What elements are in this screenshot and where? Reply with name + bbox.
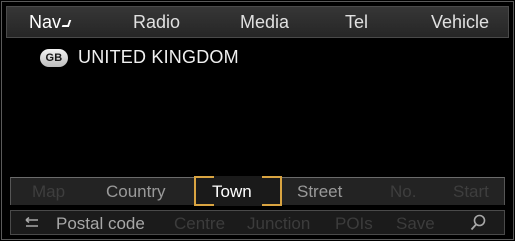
field-town[interactable]: Town [212,182,252,202]
pois-button: POIs [335,214,373,233]
tab-vehicle[interactable]: Vehicle [431,12,489,33]
address-field-bar: Map Country Town Street No. Start [10,176,505,206]
selected-country: GB UNITED KINGDOM [40,47,239,68]
tab-tel[interactable]: Tel [345,12,368,33]
tab-radio[interactable]: Radio [133,12,180,33]
save-button: Save [396,214,435,233]
country-code-badge: GB [40,48,68,67]
navigation-screen: Nav Radio Media Tel Vehicle GB UNITED KI… [0,0,515,241]
field-country[interactable]: Country [106,182,166,202]
junction-button: Junction [247,214,311,233]
country-name: UNITED KINGDOM [78,47,239,67]
centre-button: Centre [174,214,226,233]
field-map: Map [32,182,66,201]
back-arrow-icon[interactable] [25,217,39,229]
tab-media[interactable]: Media [240,12,289,33]
action-bar: Postal code Centre Junction POIs Save [10,210,505,235]
postal-code-button[interactable]: Postal code [56,214,145,234]
field-start: Start [453,182,489,201]
dropdown-caret-icon [61,20,72,27]
field-street[interactable]: Street [297,182,342,202]
tab-nav[interactable]: Nav [29,12,72,33]
destination-display: GB UNITED KINGDOM [6,38,509,174]
search-icon[interactable] [470,214,486,231]
main-menu-bar: Nav Radio Media Tel Vehicle [6,6,509,38]
field-number: No. [390,182,417,201]
